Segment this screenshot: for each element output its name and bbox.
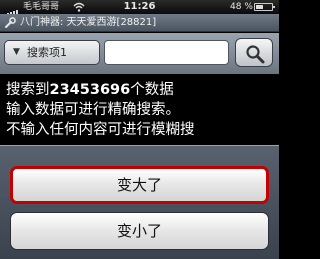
wrench-icon	[5, 17, 16, 28]
hint-exact-line: 输入数据可进行精确搜索。	[6, 102, 180, 118]
search-toolbar: ▼ 搜索项1	[0, 33, 279, 74]
battery-percent: 48 %	[230, 2, 253, 12]
became-smaller-button[interactable]: 变小了	[10, 212, 269, 250]
became-bigger-button[interactable]: 变大了	[10, 166, 269, 204]
hint-fuzzy-line: 不输入任何内容可进行模糊搜	[6, 122, 195, 138]
action-sheet: 变大了 变小了	[0, 145, 279, 259]
result-count-line: 搜索到23453696个数据	[6, 82, 174, 98]
app-title: 八门神器: 天天爱西游[28821]	[20, 17, 157, 28]
battery-icon	[254, 3, 275, 11]
magnifier-icon	[246, 45, 265, 64]
result-count: 23453696	[49, 82, 131, 98]
title-bar: 八门神器: 天天爱西游[28821]	[0, 14, 279, 32]
search-item-dropdown[interactable]: ▼ 搜索项1	[4, 40, 100, 65]
dropdown-label: 搜索项1	[27, 46, 67, 59]
status-bar: 毛毛哥哥 11:26 48 %	[0, 0, 279, 17]
search-result-info: 搜索到23453696个数据 输入数据可进行精确搜索。 不输入任何内容可进行模糊…	[6, 80, 279, 140]
triangle-down-icon: ▼	[13, 47, 20, 57]
search-button[interactable]	[235, 38, 273, 67]
search-input[interactable]	[104, 40, 229, 65]
